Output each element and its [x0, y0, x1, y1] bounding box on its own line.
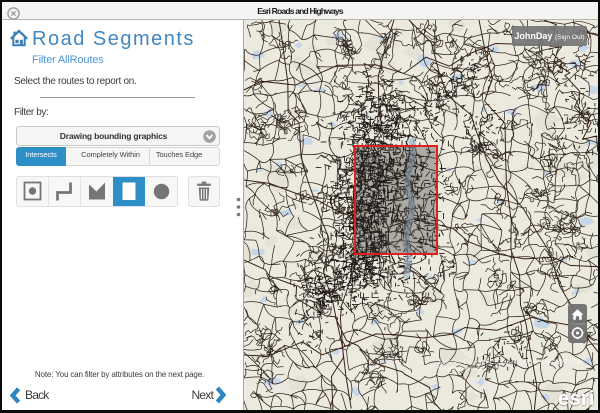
svg-text:esri: esri — [558, 388, 595, 410]
